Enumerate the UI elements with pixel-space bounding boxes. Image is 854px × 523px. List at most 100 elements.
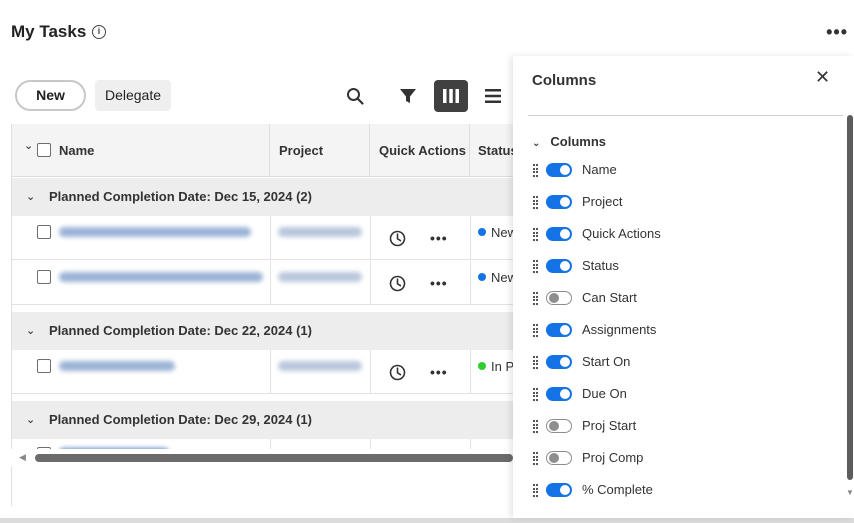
group-row[interactable]: ⌄ Planned Completion Date: Dec 22, 2024 …: [12, 312, 513, 350]
project-link[interactable]: [278, 361, 362, 371]
status-text: In P: [491, 359, 513, 374]
column-toggle-item[interactable]: % Complete: [533, 481, 833, 501]
close-icon[interactable]: ✕: [815, 67, 830, 88]
status-text: New: [491, 225, 513, 240]
table-row[interactable]: ••• New: [12, 216, 513, 260]
columns-button[interactable]: [434, 80, 468, 112]
drag-handle-icon[interactable]: [533, 228, 539, 241]
column-visibility-toggle[interactable]: [546, 355, 572, 369]
column-toggle-label: Due On: [582, 386, 627, 401]
drag-handle-icon[interactable]: [533, 452, 539, 465]
drag-handle-icon[interactable]: [533, 292, 539, 305]
vertical-scrollbar[interactable]: ▼: [846, 115, 854, 497]
more-actions-icon[interactable]: •••: [430, 230, 448, 246]
task-name-link[interactable]: [59, 272, 263, 282]
column-visibility-toggle[interactable]: [546, 195, 572, 209]
grid-header: ⌄ Name Project Quick Actions Status: [12, 124, 513, 177]
new-button[interactable]: New: [15, 80, 86, 111]
task-name-link[interactable]: [59, 227, 251, 237]
divider: [528, 115, 843, 116]
column-visibility-toggle[interactable]: [546, 419, 572, 433]
drag-handle-icon[interactable]: [533, 196, 539, 209]
column-toggle-item[interactable]: Quick Actions: [533, 225, 833, 245]
drag-handle-icon[interactable]: [533, 484, 539, 497]
info-icon[interactable]: i: [92, 25, 106, 39]
column-visibility-toggle[interactable]: [546, 483, 572, 497]
panel-title: Columns: [532, 72, 597, 89]
divider: [0, 518, 854, 523]
list-view-button[interactable]: [476, 80, 510, 112]
column-toggle-item[interactable]: Project: [533, 193, 833, 213]
columns-section-header[interactable]: ⌄ Columns: [532, 134, 606, 149]
row-checkbox[interactable]: [37, 225, 51, 239]
group-label: Planned Completion Date: Dec 29, 2024 (1…: [49, 412, 312, 427]
column-toggle-item[interactable]: Name: [533, 161, 833, 181]
select-all-checkbox[interactable]: [37, 143, 51, 157]
column-toggle-label: Start On: [582, 354, 631, 369]
more-actions-icon[interactable]: •••: [430, 364, 448, 380]
column-toggle-label: Proj Start: [582, 418, 637, 433]
project-link[interactable]: [278, 227, 362, 237]
column-toggle-item[interactable]: Start On: [533, 353, 833, 373]
column-toggle-item[interactable]: Due On: [533, 385, 833, 405]
column-header-label: Name: [59, 143, 95, 158]
column-header-label: Quick Actions: [379, 143, 466, 158]
column-toggle-item[interactable]: Proj Comp: [533, 449, 833, 469]
column-toggle-label: Name: [582, 162, 617, 177]
column-header-quick-actions[interactable]: Quick Actions: [370, 124, 470, 177]
column-header-name[interactable]: ⌄ Name: [12, 124, 270, 177]
table-row[interactable]: ••• In P: [12, 350, 513, 394]
table-row[interactable]: ••• New: [12, 261, 513, 305]
project-link[interactable]: [278, 272, 362, 282]
delegate-button[interactable]: Delegate: [95, 80, 171, 111]
scroll-down-icon[interactable]: ▼: [846, 488, 854, 497]
filter-button[interactable]: [391, 80, 425, 112]
column-toggle-item[interactable]: Can Start: [533, 289, 833, 309]
column-header-label: Project: [279, 143, 324, 158]
scrollbar-thumb[interactable]: [847, 115, 853, 480]
row-checkbox[interactable]: [37, 359, 51, 373]
more-icon[interactable]: •••: [826, 22, 848, 43]
column-visibility-toggle[interactable]: [546, 163, 572, 177]
horizontal-scrollbar[interactable]: ◀: [11, 449, 513, 466]
scroll-left-icon[interactable]: ◀: [19, 452, 26, 463]
scrollbar-thumb[interactable]: [35, 454, 513, 462]
group-label: Planned Completion Date: Dec 15, 2024 (2…: [49, 189, 312, 204]
status-badge: In P: [478, 359, 513, 374]
chevron-down-icon[interactable]: ⌄: [24, 124, 33, 173]
chevron-down-icon[interactable]: ⌄: [26, 312, 35, 350]
chevron-down-icon[interactable]: ⌄: [26, 178, 35, 216]
column-visibility-toggle[interactable]: [546, 259, 572, 273]
column-header-project[interactable]: Project: [270, 124, 370, 177]
column-visibility-toggle[interactable]: [546, 451, 572, 465]
clock-icon[interactable]: [389, 275, 406, 292]
drag-handle-icon[interactable]: [533, 420, 539, 433]
more-actions-icon[interactable]: •••: [430, 275, 448, 291]
task-name-link[interactable]: [59, 361, 175, 371]
status-badge: New: [478, 225, 513, 240]
drag-handle-icon[interactable]: [533, 388, 539, 401]
group-row[interactable]: ⌄ Planned Completion Date: Dec 15, 2024 …: [12, 178, 513, 216]
column-visibility-toggle[interactable]: [546, 291, 572, 305]
group-row[interactable]: ⌄ Planned Completion Date: Dec 29, 2024 …: [12, 401, 513, 439]
clock-icon[interactable]: [389, 230, 406, 247]
drag-handle-icon[interactable]: [533, 164, 539, 177]
column-visibility-toggle[interactable]: [546, 227, 572, 241]
chevron-down-icon: ⌄: [532, 138, 541, 149]
column-toggle-item[interactable]: Assignments: [533, 321, 833, 341]
search-button[interactable]: [338, 80, 372, 112]
column-toggle-item[interactable]: Proj Start: [533, 417, 833, 437]
row-checkbox[interactable]: [37, 270, 51, 284]
list-icon: [485, 89, 501, 103]
column-visibility-toggle[interactable]: [546, 323, 572, 337]
clock-icon[interactable]: [389, 364, 406, 381]
drag-handle-icon[interactable]: [533, 324, 539, 337]
page-title: My Tasks: [11, 22, 87, 41]
drag-handle-icon[interactable]: [533, 356, 539, 369]
drag-handle-icon[interactable]: [533, 260, 539, 273]
chevron-down-icon[interactable]: ⌄: [26, 401, 35, 439]
column-toggle-item[interactable]: Status: [533, 257, 833, 277]
column-visibility-toggle[interactable]: [546, 387, 572, 401]
column-header-status[interactable]: Status: [470, 124, 513, 177]
search-icon: [347, 88, 364, 105]
